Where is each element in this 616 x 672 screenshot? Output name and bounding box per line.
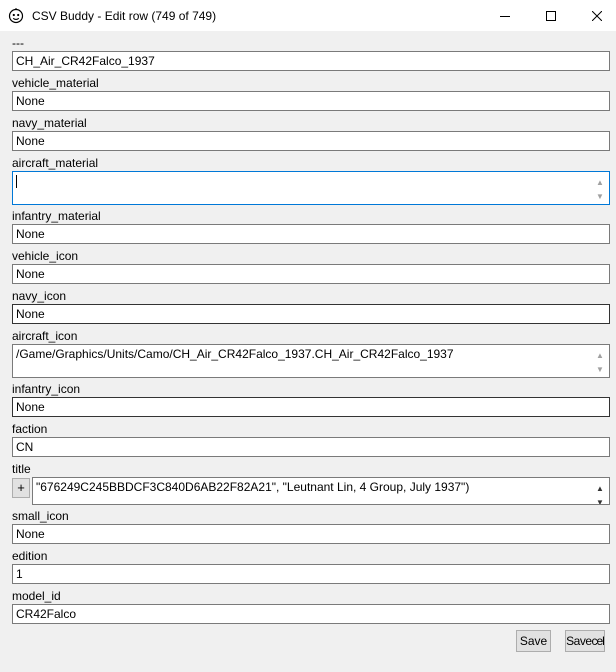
faction-input[interactable]: CN bbox=[12, 437, 610, 457]
text-caret bbox=[16, 175, 17, 189]
aircraft-icon-input[interactable]: /Game/Graphics/Units/Camo/CH_Air_CR42Fal… bbox=[12, 344, 610, 378]
save-cancel-tail: cel bbox=[591, 634, 605, 648]
expand-title-button[interactable]: + bbox=[12, 478, 30, 498]
chevron-up-icon[interactable]: ▲ bbox=[596, 176, 604, 190]
title-scrollbar[interactable]: ▲ ▼ bbox=[592, 479, 608, 504]
aircraft-material-scrollbar[interactable]: ▲ ▼ bbox=[592, 173, 608, 203]
maximize-icon bbox=[546, 10, 556, 21]
aircraft-icon-scrollbar[interactable]: ▲ ▼ bbox=[592, 346, 608, 376]
minimize-button[interactable] bbox=[482, 0, 528, 31]
field-label-aircraft-material: aircraft_material bbox=[12, 156, 99, 170]
chevron-down-icon[interactable]: ▼ bbox=[596, 496, 604, 504]
chevron-up-icon[interactable]: ▲ bbox=[596, 482, 604, 496]
close-icon bbox=[592, 10, 602, 21]
field-label-faction: faction bbox=[12, 422, 48, 436]
title-input[interactable]: "676249C245BBDCF3C840D6AB22F82A21", "Leu… bbox=[32, 477, 610, 505]
field-label-model-id: model_id bbox=[12, 589, 61, 603]
minimize-icon bbox=[500, 15, 510, 17]
close-button[interactable] bbox=[574, 0, 616, 31]
id-input[interactable]: CH_Air_CR42Falco_1937 bbox=[12, 51, 610, 71]
small-icon-input[interactable]: None bbox=[12, 524, 610, 544]
vehicle-icon-input[interactable]: None bbox=[12, 264, 610, 284]
field-label-infantry-material: infantry_material bbox=[12, 209, 101, 223]
field-label-vehicle-icon: vehicle_icon bbox=[12, 249, 79, 263]
title-bar: CSV Buddy - Edit row (749 of 749) bbox=[0, 0, 616, 31]
aircraft-icon-value: /Game/Graphics/Units/Camo/CH_Air_CR42Fal… bbox=[16, 347, 454, 361]
title-value: "676249C245BBDCF3C840D6AB22F82A21", "Leu… bbox=[36, 480, 470, 494]
save-cancel-label: Save bbox=[566, 634, 592, 648]
edition-input[interactable]: 1 bbox=[12, 564, 610, 584]
field-label-vehicle-material: vehicle_material bbox=[12, 76, 99, 90]
window-title: CSV Buddy - Edit row (749 of 749) bbox=[32, 8, 217, 23]
navy-icon-input[interactable]: None bbox=[12, 304, 610, 324]
model-id-input[interactable]: CR42Falco bbox=[12, 604, 610, 624]
maximize-button[interactable] bbox=[528, 0, 574, 31]
field-label-edition: edition bbox=[12, 549, 48, 563]
save-cancel-button[interactable]: Savecel bbox=[565, 630, 605, 652]
field-label-id: --- bbox=[12, 36, 24, 50]
field-label-small-icon: small_icon bbox=[12, 509, 69, 523]
save-button[interactable]: Save bbox=[516, 630, 551, 652]
vehicle-material-input[interactable]: None bbox=[12, 91, 610, 111]
field-label-title: title bbox=[12, 462, 31, 476]
field-label-navy-icon: navy_icon bbox=[12, 289, 67, 303]
infantry-icon-input[interactable]: None bbox=[12, 397, 610, 417]
chevron-down-icon[interactable]: ▼ bbox=[596, 190, 604, 204]
navy-material-input[interactable]: None bbox=[12, 131, 610, 151]
chevron-up-icon[interactable]: ▲ bbox=[596, 349, 604, 363]
field-label-aircraft-icon: aircraft_icon bbox=[12, 329, 78, 343]
infantry-material-input[interactable]: None bbox=[12, 224, 610, 244]
robot-face-icon bbox=[8, 7, 24, 24]
field-label-infantry-icon: infantry_icon bbox=[12, 382, 81, 396]
field-label-navy-material: navy_material bbox=[12, 116, 87, 130]
aircraft-material-input[interactable]: ▲ ▼ bbox=[12, 171, 610, 205]
chevron-down-icon[interactable]: ▼ bbox=[596, 363, 604, 377]
